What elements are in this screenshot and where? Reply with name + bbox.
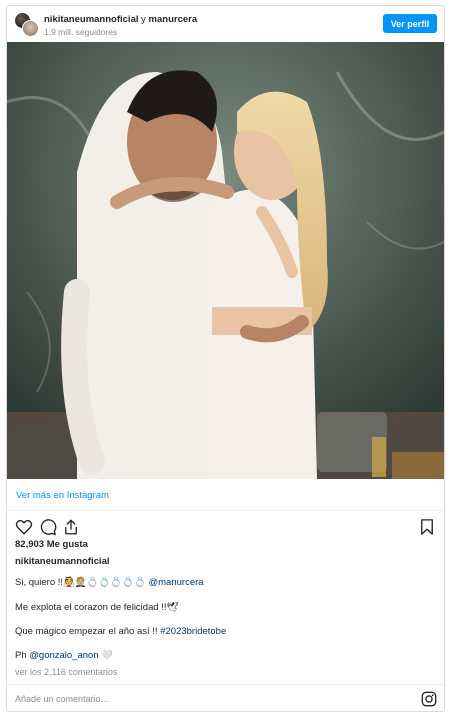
caption-text: Que mágico empezar el año así !! xyxy=(15,626,161,637)
like-count[interactable]: 82,903 Me gusta xyxy=(15,539,88,550)
share-icon[interactable] xyxy=(62,518,80,536)
avatar-group[interactable] xyxy=(14,12,40,38)
view-more-bar: Ver más en Instagram xyxy=(7,480,444,511)
caption-text: 🤍 xyxy=(98,650,114,661)
follower-count: 1,9 mill. seguidores xyxy=(44,27,118,37)
bookmark-icon[interactable] xyxy=(418,518,436,536)
post-header: nikitaneumannoficial y manurcera 1,9 mil… xyxy=(7,6,444,42)
caption-line: Si, quiero !!👰🤵🏼💍💍💍💍💍 @manurcera xyxy=(15,577,204,588)
mention-link[interactable]: @gonzalo_anon xyxy=(29,650,98,661)
avatar[interactable] xyxy=(22,20,39,37)
caption-username[interactable]: nikitaneumannoficial xyxy=(15,556,110,567)
view-profile-button[interactable]: Ver perfil xyxy=(383,14,437,33)
account-name-link[interactable]: nikitaneumannoficial xyxy=(44,14,139,25)
comment-icon[interactable] xyxy=(39,518,57,536)
caption-line: Ph @gonzalo_anon 🤍 xyxy=(15,650,113,661)
caption-line: Que mágico empezar el año así !! #2023br… xyxy=(15,626,226,637)
photo-illustration xyxy=(7,42,444,479)
heart-icon[interactable] xyxy=(15,518,33,536)
action-bar xyxy=(7,512,444,540)
instagram-icon[interactable] xyxy=(421,691,437,707)
view-comments-link[interactable]: ver los 2,116 comentarios xyxy=(15,667,117,677)
hashtag-link[interactable]: #2023bridetobe xyxy=(160,626,226,637)
add-comment-input[interactable]: Añade un comentario... xyxy=(15,694,108,704)
caption-text: Si, quiero !!👰🤵🏼💍💍💍💍💍 xyxy=(15,577,149,588)
account-names: nikitaneumannoficial y manurcera xyxy=(44,14,197,25)
add-comment-bar: Añade un comentario... xyxy=(7,684,444,712)
caption-text: Ph xyxy=(15,650,30,661)
caption-text: Me explota el corazon de felicidad !!🕊 xyxy=(15,602,179,613)
post-photo[interactable] xyxy=(7,42,444,479)
instagram-embed-card: nikitaneumannoficial y manurcera 1,9 mil… xyxy=(6,5,445,712)
view-more-instagram-link[interactable]: Ver más en Instagram xyxy=(16,490,109,501)
account-name-link[interactable]: manurcera xyxy=(149,14,198,25)
account-separator: y xyxy=(141,14,146,25)
caption-line: Me explota el corazon de felicidad !!🕊 xyxy=(15,602,179,613)
mention-link[interactable]: @manurcera xyxy=(149,577,204,588)
